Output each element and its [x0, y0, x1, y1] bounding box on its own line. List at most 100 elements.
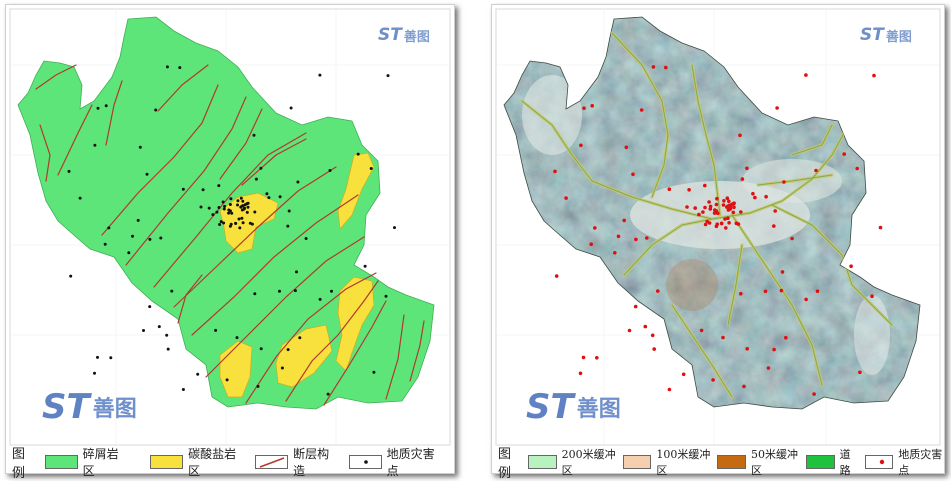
legend-label: 200米缓冲区 — [561, 448, 616, 477]
hazard-point — [639, 108, 644, 112]
hazard-point — [616, 234, 621, 239]
hazard-point — [714, 224, 719, 229]
hazard-point — [725, 205, 729, 209]
hazard-point — [699, 328, 704, 333]
hazard-point — [304, 237, 308, 240]
hazard-point — [289, 106, 293, 110]
hazard-point — [245, 210, 249, 214]
hazard-point — [715, 196, 719, 201]
legend-item-fault: 断层构造 — [255, 445, 339, 479]
hazard-point — [745, 166, 749, 171]
hazard-point — [633, 304, 638, 309]
hazard-point — [148, 305, 152, 309]
hazard-point — [643, 324, 648, 329]
buffer-200-swatch — [527, 455, 557, 469]
hazard-point — [849, 264, 853, 269]
hazard-point — [751, 191, 755, 196]
hazard-point — [237, 217, 241, 221]
hazard-point — [250, 222, 254, 226]
hazard-point — [196, 372, 200, 376]
hazard-point — [96, 106, 100, 110]
hazard-point — [241, 199, 245, 203]
hazard-point — [731, 210, 736, 215]
hazard-point — [745, 347, 749, 351]
hazard-point — [564, 196, 568, 200]
hazard-point — [214, 328, 218, 332]
hazard-point — [280, 366, 284, 370]
hazard-point — [369, 167, 373, 170]
hazard-point — [240, 208, 244, 212]
hazard-point — [148, 237, 152, 241]
legend-item-buffer-200: 200米缓冲区 — [527, 446, 616, 478]
hazard-point — [278, 195, 282, 199]
hazard-point — [221, 200, 225, 204]
hazard-point — [590, 104, 594, 108]
hazard-point — [693, 206, 697, 210]
hazard-point — [103, 242, 107, 246]
hazard-point — [723, 217, 727, 221]
hazard-point — [256, 384, 260, 388]
hazard-point — [215, 210, 219, 214]
hazard-point — [295, 270, 298, 274]
hazard-point — [238, 226, 242, 230]
hazard-point — [664, 65, 668, 70]
legend-label: 地质灾害点 — [386, 447, 435, 478]
hazard-point — [872, 73, 876, 78]
hazard-point — [697, 212, 701, 217]
hazard-point — [780, 270, 785, 274]
hazard-point — [211, 213, 215, 217]
hazard-point — [67, 169, 71, 173]
hazard-point — [166, 347, 170, 351]
legend-left: 图例 碎屑岩区 碳酸盐岩区 断层构造 地质灾害点 — [6, 447, 454, 481]
hazard-point — [78, 196, 82, 200]
legend-label: 断层构造 — [293, 447, 330, 478]
hazard-point — [356, 152, 360, 156]
hazard-point — [652, 347, 656, 351]
hazard-point — [286, 224, 290, 228]
hazard-point — [259, 166, 263, 170]
hazard-point — [252, 133, 256, 137]
hazard-point — [223, 204, 227, 208]
hazard-point — [656, 289, 660, 293]
hazard-point — [645, 236, 649, 240]
hazard-point — [685, 205, 689, 209]
hazard-point — [553, 169, 557, 174]
hazard-point — [93, 371, 96, 375]
hazard-point — [318, 73, 322, 77]
hazard-point — [622, 218, 626, 223]
hazard-point — [687, 188, 691, 192]
hazard-point — [631, 172, 635, 177]
hazard-point — [708, 204, 713, 209]
hazard-point — [773, 209, 777, 213]
hazard-point — [278, 289, 281, 293]
legend-label: 碎屑岩区 — [82, 447, 119, 478]
hazard-point — [719, 221, 724, 226]
geology-map — [9, 8, 451, 446]
hazard-point — [703, 205, 707, 210]
hazard-point — [253, 292, 257, 296]
hazard-point — [131, 234, 134, 238]
legend-item-hazard: 地质灾害点 — [348, 445, 444, 479]
hazard-point — [165, 65, 169, 69]
hazard-point — [326, 392, 330, 396]
hazard-point — [732, 205, 736, 209]
hazard-point — [363, 264, 367, 268]
legend-title: 图例 — [12, 447, 26, 481]
hazard-point — [259, 347, 263, 351]
hazard-point — [298, 336, 302, 340]
hazard-point — [328, 169, 332, 172]
hazard-point — [775, 106, 779, 110]
hazard-point — [858, 370, 862, 375]
hazard-point — [138, 145, 142, 149]
hazard-point — [287, 209, 291, 213]
hazard-point — [715, 211, 720, 216]
hazard-point — [627, 328, 632, 333]
hazard-point — [707, 200, 711, 204]
legend-item-hazard: 地质灾害点 — [864, 446, 944, 478]
hazard-point — [181, 187, 185, 191]
clastic-swatch — [44, 455, 78, 469]
hazard-point — [593, 226, 597, 230]
satellite-terrain — [504, 17, 920, 409]
hazard-point — [554, 274, 559, 278]
hazard-point — [804, 297, 808, 302]
